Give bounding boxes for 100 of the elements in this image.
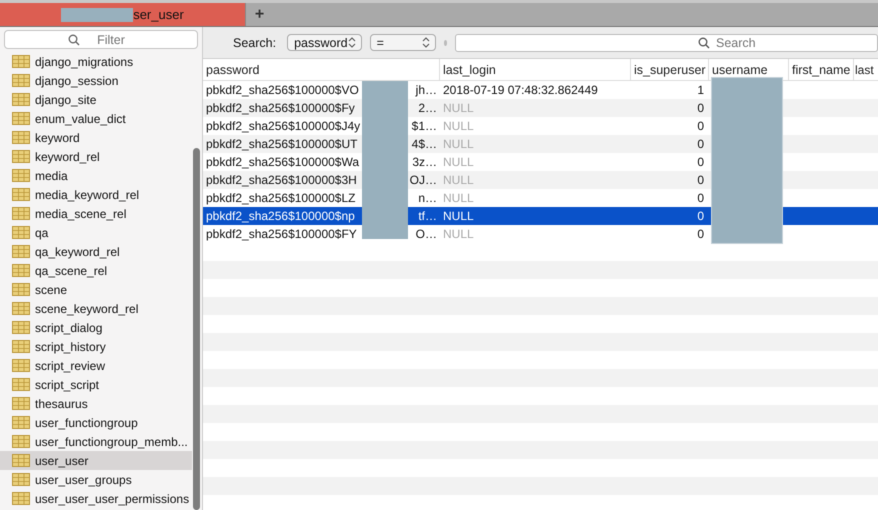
- table-icon: [12, 302, 30, 315]
- status-dot: [444, 40, 447, 46]
- table-cell: tf…: [418, 209, 437, 223]
- table-cell: pbkdf2_sha256$100000$Fy: [206, 101, 355, 115]
- filter-field[interactable]: Filter: [4, 30, 198, 49]
- table-list-item[interactable]: script_dialog: [0, 318, 192, 337]
- table-cell: 1: [697, 83, 704, 97]
- table-cell: NULL: [443, 209, 474, 223]
- column-header[interactable]: last_login: [440, 59, 631, 80]
- table-icon: [12, 207, 30, 220]
- table-cell: 0: [697, 173, 704, 187]
- table-cell: OJ…: [410, 173, 437, 187]
- table-list-item[interactable]: qa_scene_rel: [0, 261, 192, 280]
- table-list-item[interactable]: user_functiongroup_memb...: [0, 432, 192, 451]
- table-cell: 0: [697, 227, 704, 241]
- table-icon: [12, 245, 30, 258]
- table-icon: [12, 226, 30, 239]
- column-header[interactable]: password: [203, 59, 440, 80]
- tab[interactable]: ser_user: [0, 3, 245, 26]
- table-icon: [12, 93, 30, 106]
- table-list-item[interactable]: scene_keyword_rel: [0, 299, 192, 318]
- table-list-item[interactable]: scene: [0, 280, 192, 299]
- table-icon: [12, 454, 30, 467]
- updown-icon: [422, 37, 430, 48]
- table-cell: NULL: [443, 101, 474, 115]
- table-list-item[interactable]: thesaurus: [0, 394, 192, 413]
- table-icon: [12, 264, 30, 277]
- column-select[interactable]: password: [287, 34, 362, 51]
- table-icon: [12, 74, 30, 87]
- table-cell: NULL: [443, 137, 474, 151]
- table-list-item[interactable]: django_migrations: [0, 52, 192, 71]
- table-cell: 3z…: [412, 155, 437, 169]
- table-cell: n…: [418, 191, 437, 205]
- table-icon: [12, 416, 30, 429]
- table-icon: [12, 150, 30, 163]
- table-cell: NULL: [443, 191, 474, 205]
- table-icon: [12, 131, 30, 144]
- table-icon: [12, 188, 30, 201]
- table-list-item[interactable]: script_review: [0, 356, 192, 375]
- table-list-item[interactable]: keyword_rel: [0, 147, 192, 166]
- table-icon: [12, 169, 30, 182]
- table-cell: NULL: [443, 173, 474, 187]
- table-icon: [12, 321, 30, 334]
- search-icon: [698, 36, 710, 48]
- table-cell: NULL: [443, 119, 474, 133]
- table-cell: pbkdf2_sha256$100000$UT: [206, 137, 358, 151]
- table-icon: [12, 378, 30, 391]
- table-cell: pbkdf2_sha256$100000$Wa: [206, 155, 360, 169]
- table-icon: [12, 473, 30, 486]
- column-header[interactable]: last: [854, 59, 878, 80]
- table-list-item[interactable]: user_user_groups: [0, 470, 192, 489]
- table-icon: [12, 340, 30, 353]
- table-cell: pbkdf2_sha256$100000$VO: [206, 83, 359, 97]
- table-cell: NULL: [443, 155, 474, 169]
- table-list-item[interactable]: media_keyword_rel: [0, 185, 192, 204]
- table-icon: [12, 435, 30, 448]
- table-cell: 2018-07-19 07:48:32.862449: [443, 83, 598, 97]
- table-cell: O…: [416, 227, 437, 241]
- table-list-item[interactable]: qa_keyword_rel: [0, 242, 192, 261]
- table-list-item[interactable]: media: [0, 166, 192, 185]
- table-cell: pbkdf2_sha256$100000$FY: [206, 227, 357, 241]
- operator-select[interactable]: =: [370, 34, 436, 51]
- table-list-item[interactable]: script_history: [0, 337, 192, 356]
- table-list-item[interactable]: media_scene_rel: [0, 204, 192, 223]
- table-icon: [12, 55, 30, 68]
- table-list-item[interactable]: user_functiongroup: [0, 413, 192, 432]
- table-cell: 0: [697, 101, 704, 115]
- table-cell: $1…: [412, 119, 437, 133]
- table-cell: 0: [697, 155, 704, 169]
- column-header[interactable]: is_superuser: [631, 59, 709, 80]
- table-cell: pbkdf2_sha256$100000$J4y: [206, 119, 360, 133]
- table-cell: 2…: [418, 101, 437, 115]
- table-list-item[interactable]: user_user_user_permissions: [0, 489, 192, 508]
- table-cell: 0: [697, 191, 704, 205]
- table-icon: [12, 112, 30, 125]
- search-icon: [68, 34, 80, 46]
- column-header[interactable]: first_name: [789, 59, 854, 80]
- table-cell: jh…: [416, 83, 437, 97]
- table-cell: NULL: [443, 227, 474, 241]
- search-label: Search:: [233, 36, 276, 50]
- table-cell: 4$…: [412, 137, 437, 151]
- table-cell: pbkdf2_sha256$100000$3H: [206, 173, 357, 187]
- table-cell: 0: [697, 119, 704, 133]
- table-icon: [12, 492, 30, 505]
- table-list-item[interactable]: qa: [0, 223, 192, 242]
- table-cell: 0: [697, 209, 704, 223]
- search-field[interactable]: Search: [455, 34, 878, 52]
- table-cell: 0: [697, 137, 704, 151]
- table-list-item[interactable]: keyword: [0, 128, 192, 147]
- table-list-item[interactable]: script_script: [0, 375, 192, 394]
- table-icon: [12, 397, 30, 410]
- table-list-item[interactable]: django_site: [0, 90, 192, 109]
- table-list-item[interactable]: user_user: [0, 451, 192, 470]
- table-list-item[interactable]: enum_value_dict: [0, 109, 192, 128]
- table-cell: pbkdf2_sha256$100000$LZ: [206, 191, 356, 205]
- table-cell: pbkdf2_sha256$100000$np: [206, 209, 355, 223]
- scrollbar-thumb[interactable]: [193, 148, 200, 510]
- updown-icon: [348, 37, 356, 48]
- new-tab-button[interactable]: +: [245, 3, 273, 26]
- table-list-item[interactable]: django_session: [0, 71, 192, 90]
